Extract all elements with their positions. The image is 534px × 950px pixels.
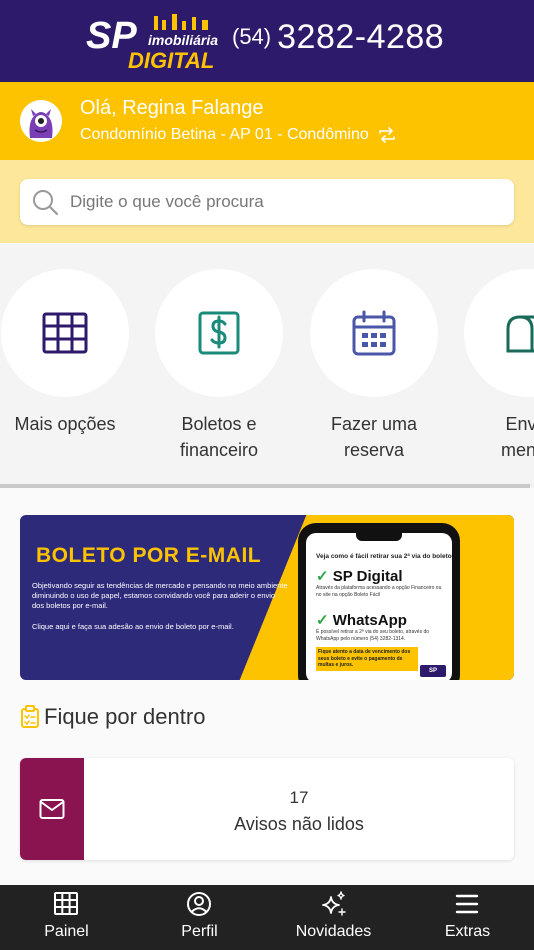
bottom-navigation: Painel Perfil Novidades Extras	[0, 885, 534, 950]
nav-label: Novidades	[295, 923, 372, 940]
shortcut-send-message[interactable]: Envie mensa	[463, 269, 534, 463]
grid-icon	[54, 892, 78, 915]
main-content: BOLETO POR E-MAIL Objetivando seguir as …	[0, 488, 534, 885]
unread-notices-card[interactable]: 17 Avisos não lidos	[20, 758, 514, 860]
phone-screen: Veja como é fácil retirar sua 2ª via do …	[306, 533, 452, 680]
avatar[interactable]	[20, 100, 62, 142]
banner-cta: Clique aqui e faça sua adesão ao envio d…	[32, 622, 234, 631]
screen-option-whatsapp: ✓ WhatsApp	[316, 612, 407, 629]
screen-note: Fique atento a data de vencimento dos se…	[316, 647, 418, 671]
shortcut-circle	[155, 269, 283, 397]
monster-avatar-icon	[20, 100, 62, 142]
shortcut-more-options[interactable]: Mais opções	[0, 269, 130, 437]
screen-option-text: É possível retirar a 2ª via do seu bolet…	[316, 629, 430, 642]
check-icon: ✓	[316, 568, 329, 585]
screen-option-sp-digital: ✓ SP Digital	[316, 568, 403, 585]
search-icon	[33, 190, 59, 216]
phone-mockup: Veja como é fácil retirar sua 2ª via do …	[298, 523, 460, 680]
dollar-document-icon	[198, 311, 240, 355]
unread-count: 17	[289, 788, 309, 807]
notice-icon-panel	[20, 758, 84, 860]
section-title: Fique por dentro	[44, 704, 206, 729]
unread-label: Avisos não lidos	[234, 814, 364, 834]
nav-label: Perfil	[181, 923, 218, 940]
shortcuts-carousel[interactable]: Mais opções Boletos e financeiro Fazer u…	[0, 243, 534, 483]
shortcut-circle	[310, 269, 438, 397]
phone-area-code: (54)	[232, 24, 272, 49]
search-input[interactable]	[70, 179, 500, 225]
sparkles-icon	[322, 891, 346, 916]
shortcut-label: Mais opções	[14, 414, 116, 434]
phone-number: 3282-4288	[277, 18, 445, 56]
search-box[interactable]	[20, 179, 514, 225]
banner-title: BOLETO POR E-MAIL	[36, 544, 262, 567]
screen-heading: Veja como é fácil retirar sua 2ª via do …	[316, 553, 452, 560]
nav-item-extras[interactable]: Extras	[401, 885, 534, 950]
check-icon: ✓	[316, 612, 329, 629]
nav-label: Painel	[44, 923, 89, 940]
sp-digital-logo: SP imobiliária DIGITAL	[86, 14, 218, 72]
user-bar: Olá, Regina Falange Condomínio Betina - …	[0, 82, 534, 160]
svg-text:imobiliária: imobiliária	[148, 32, 218, 48]
mailbox-icon	[506, 315, 534, 353]
mail-icon	[39, 799, 65, 819]
svg-text:DIGITAL: DIGITAL	[128, 48, 214, 72]
boleto-email-banner[interactable]: BOLETO POR E-MAIL Objetivando seguir as …	[20, 515, 514, 680]
shortcut-circle	[464, 269, 534, 397]
contact-phone[interactable]: (54) 3282-4288	[232, 18, 444, 57]
calendar-icon	[352, 310, 396, 356]
screen-option-text: Através da plataforma acessando a opção …	[316, 585, 442, 598]
condominium-label: Condomínio Betina - AP 01 - Condômino	[80, 126, 369, 143]
clipboard-list-icon	[21, 705, 39, 728]
condominium-selector[interactable]: Condomínio Betina - AP 01 - Condômino	[80, 126, 397, 144]
nav-item-perfil[interactable]: Perfil	[133, 885, 266, 950]
swap-icon	[378, 127, 395, 143]
shortcut-label: Boletos e financeiro	[179, 414, 259, 460]
user-circle-icon	[187, 892, 211, 916]
shortcut-reservation[interactable]: Fazer uma reserva	[309, 269, 439, 463]
app-header: SP imobiliária DIGITAL (54) 3282-4288	[0, 0, 534, 82]
grid-icon	[42, 312, 88, 354]
banner-text: Objetivando seguir as tendências de merc…	[32, 581, 288, 610]
menu-icon	[455, 894, 479, 914]
shortcut-billing[interactable]: Boletos e financeiro	[154, 269, 284, 463]
shortcut-circle	[1, 269, 129, 397]
phone-notch	[356, 533, 402, 541]
shortcut-label: Envie mensa	[500, 414, 534, 460]
user-greeting: Olá, Regina Falange	[80, 97, 264, 119]
shortcut-label: Fazer uma reserva	[330, 414, 418, 460]
nav-label: Extras	[444, 923, 491, 940]
search-section	[0, 160, 534, 243]
nav-item-novidades[interactable]: Novidades	[267, 885, 400, 950]
screen-logo: SP	[420, 665, 446, 677]
section-header: Fique por dentro	[20, 704, 205, 730]
nav-item-painel[interactable]: Painel	[0, 885, 133, 950]
